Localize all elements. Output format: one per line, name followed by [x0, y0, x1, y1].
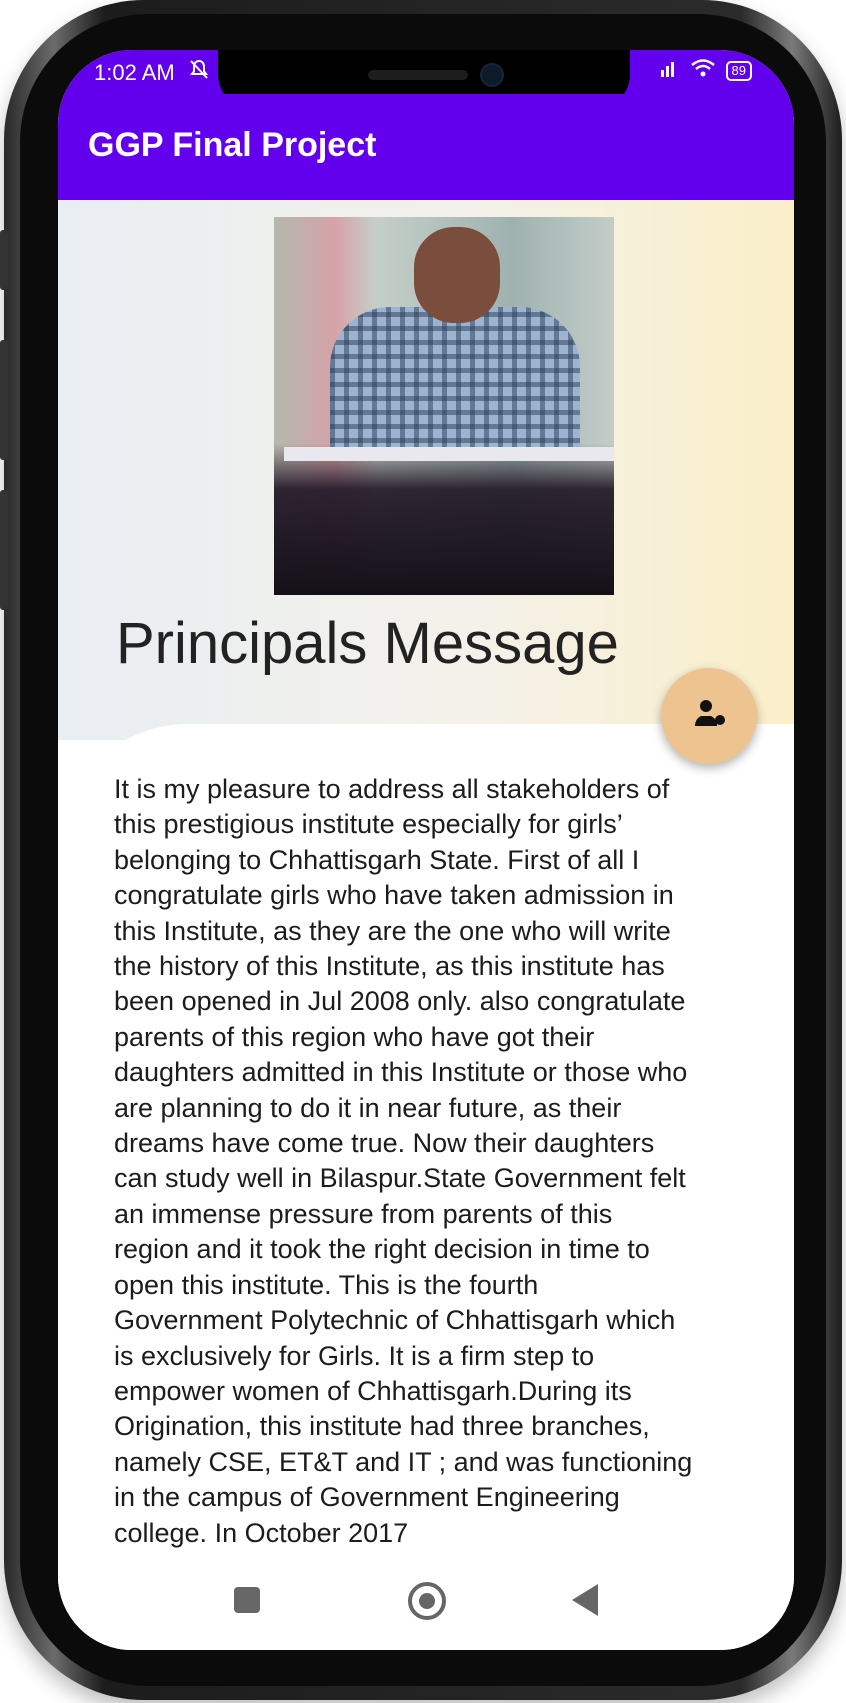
home-button[interactable]	[408, 1582, 446, 1620]
phone-volume-down-button	[0, 490, 8, 610]
navigation-bar	[58, 1570, 794, 1650]
phone-screen: 1:02 AM 89 GGP Final Project Principals …	[58, 50, 794, 1650]
earpiece-speaker	[368, 70, 468, 80]
front-camera	[480, 63, 504, 87]
status-icons: 89	[660, 58, 752, 84]
page-title: Principals Message	[116, 611, 619, 676]
photo-desk	[284, 447, 614, 461]
signal-icon	[660, 58, 680, 84]
battery-icon: 89	[725, 61, 752, 81]
app-title: GGP Final Project	[88, 126, 377, 164]
photo-person-body	[330, 307, 580, 457]
phone-side-button	[0, 230, 8, 290]
app-bar: GGP Final Project	[58, 94, 794, 200]
photo-person-head	[414, 227, 500, 323]
principal-message-text: It is my pleasure to address all stakeho…	[114, 774, 693, 1548]
person-add-icon	[691, 696, 727, 737]
notification-muted-icon	[188, 58, 210, 88]
status-bar: 1:02 AM 89	[58, 50, 794, 110]
recent-apps-button[interactable]	[234, 1587, 260, 1613]
status-time: 1:02 AM	[94, 60, 175, 85]
wifi-icon	[690, 58, 716, 84]
contact-fab-button[interactable]	[661, 668, 757, 764]
principal-photo	[274, 217, 614, 595]
phone-volume-up-button	[0, 340, 8, 460]
back-button[interactable]	[572, 1584, 598, 1616]
